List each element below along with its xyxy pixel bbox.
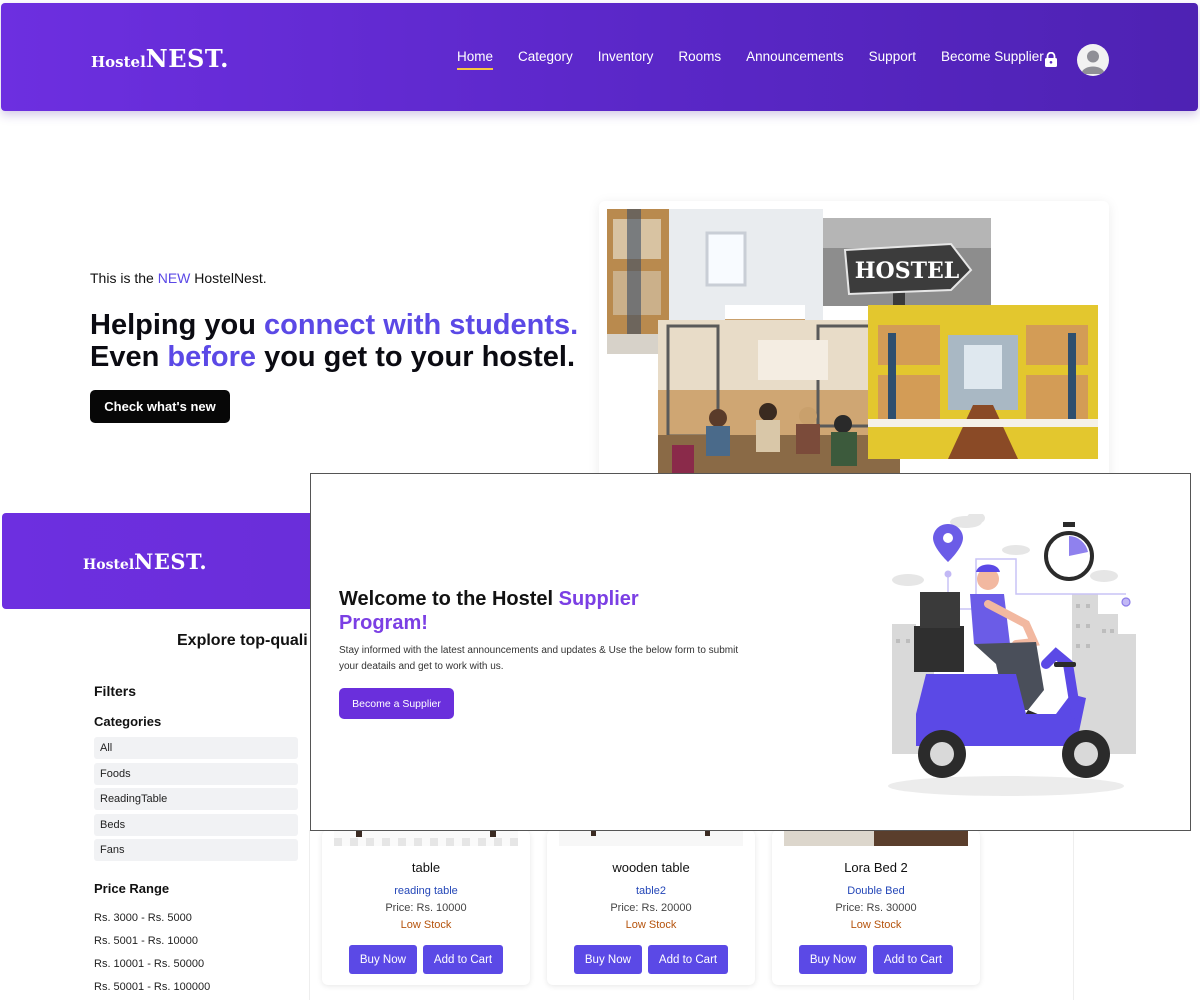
hero-intro: This is the NEW HostelNest. — [90, 270, 267, 286]
category-filter-all[interactable]: All — [94, 737, 298, 759]
product-category: Double Bed — [847, 885, 905, 897]
product-category: reading table — [394, 885, 458, 897]
product-stock-status: Low Stock — [850, 919, 902, 931]
product-image[interactable] — [559, 830, 743, 846]
product-card: Lora Bed 2 Double Bed Price: Rs. 30000 L… — [772, 830, 980, 985]
hostel-sign-photo: HOSTEL — [823, 218, 991, 306]
hostel-sign-text: HOSTEL — [855, 258, 959, 284]
explore-heading: Explore top-quali — [177, 632, 308, 649]
secondary-navbar: HostelNEST. — [2, 513, 322, 609]
bunk-room-photo — [868, 305, 1098, 459]
product-name: Lora Bed 2 — [844, 860, 908, 875]
product-name: wooden table — [612, 860, 690, 875]
top-navbar: HostelNEST. Home Category Inventory Room… — [1, 3, 1198, 111]
become-a-supplier-button[interactable]: Become a Supplier — [339, 688, 454, 719]
main-nav: Home Category Inventory Rooms Announceme… — [457, 49, 1069, 70]
price-range-option[interactable]: Rs. 10001 - Rs. 50000 — [94, 958, 210, 981]
category-filter-readingtable[interactable]: ReadingTable — [94, 788, 298, 811]
product-stock-status: Low Stock — [400, 919, 452, 931]
buy-now-button[interactable]: Buy Now — [348, 945, 417, 974]
buy-now-button[interactable]: Buy Now — [573, 945, 642, 974]
add-to-cart-button[interactable]: Add to Cart — [647, 945, 729, 974]
category-filter-foods[interactable]: Foods — [94, 762, 298, 785]
nav-link-category[interactable]: Category — [518, 49, 573, 64]
product-price: Price: Rs. 20000 — [610, 902, 692, 914]
product-image[interactable] — [784, 830, 968, 846]
price-range-option[interactable]: Rs. 50001 - Rs. 100000 — [94, 981, 210, 1000]
supplier-welcome-title: Welcome to the Hostel Supplier Program! — [339, 588, 639, 634]
price-range-list: Rs. 3000 - Rs. 5000 Rs. 5001 - Rs. 10000… — [94, 912, 210, 1000]
category-filter-fans[interactable]: Fans — [94, 839, 298, 862]
nav-link-home[interactable]: Home — [457, 49, 494, 70]
supplier-program-panel: Welcome to the Hostel Supplier Program! … — [310, 473, 1191, 831]
check-whats-new-button[interactable]: Check what's new — [90, 390, 230, 423]
user-avatar-icon[interactable] — [1077, 44, 1109, 76]
nav-link-become-supplier[interactable]: Become Supplier — [941, 49, 1044, 64]
bag-lock-icon[interactable] — [1044, 51, 1058, 67]
product-stock-status: Low Stock — [625, 919, 677, 931]
nav-link-inventory[interactable]: Inventory — [598, 49, 654, 64]
common-room-photo — [658, 320, 900, 475]
nav-link-rooms[interactable]: Rooms — [678, 49, 721, 64]
product-card: wooden table table2 Price: Rs. 20000 Low… — [547, 830, 755, 985]
add-to-cart-button[interactable]: Add to Cart — [872, 945, 954, 974]
hostel-photo-collage: HOSTEL — [599, 201, 1109, 481]
site-logo[interactable]: HostelNEST. — [91, 44, 229, 73]
filters-heading: Filters — [94, 683, 137, 699]
price-range-option[interactable]: Rs. 5001 - Rs. 10000 — [94, 935, 210, 958]
add-to-cart-button[interactable]: Add to Cart — [422, 945, 504, 974]
secondary-site-logo[interactable]: HostelNEST. — [83, 549, 207, 574]
product-card: table reading table Price: Rs. 10000 Low… — [322, 830, 530, 985]
product-price: Price: Rs. 10000 — [385, 902, 467, 914]
category-filter-list: All Foods ReadingTable Beds Fans — [94, 737, 298, 865]
hero-headline: Helping you connect with students. Even … — [90, 309, 579, 373]
nav-link-support[interactable]: Support — [869, 49, 916, 64]
nav-link-announcements[interactable]: Announcements — [746, 49, 844, 64]
product-category: table2 — [636, 885, 666, 897]
buy-now-button[interactable]: Buy Now — [798, 945, 867, 974]
product-name: table — [411, 860, 441, 875]
price-range-heading: Price Range — [94, 881, 170, 896]
product-image[interactable] — [334, 830, 518, 846]
product-price: Price: Rs. 30000 — [835, 902, 917, 914]
category-filter-beds[interactable]: Beds — [94, 813, 298, 836]
delivery-scooter-illustration — [876, 512, 1151, 799]
supplier-description: Stay informed with the latest announceme… — [339, 645, 739, 672]
categories-heading: Categories — [94, 714, 162, 729]
price-range-option[interactable]: Rs. 3000 - Rs. 5000 — [94, 912, 210, 935]
